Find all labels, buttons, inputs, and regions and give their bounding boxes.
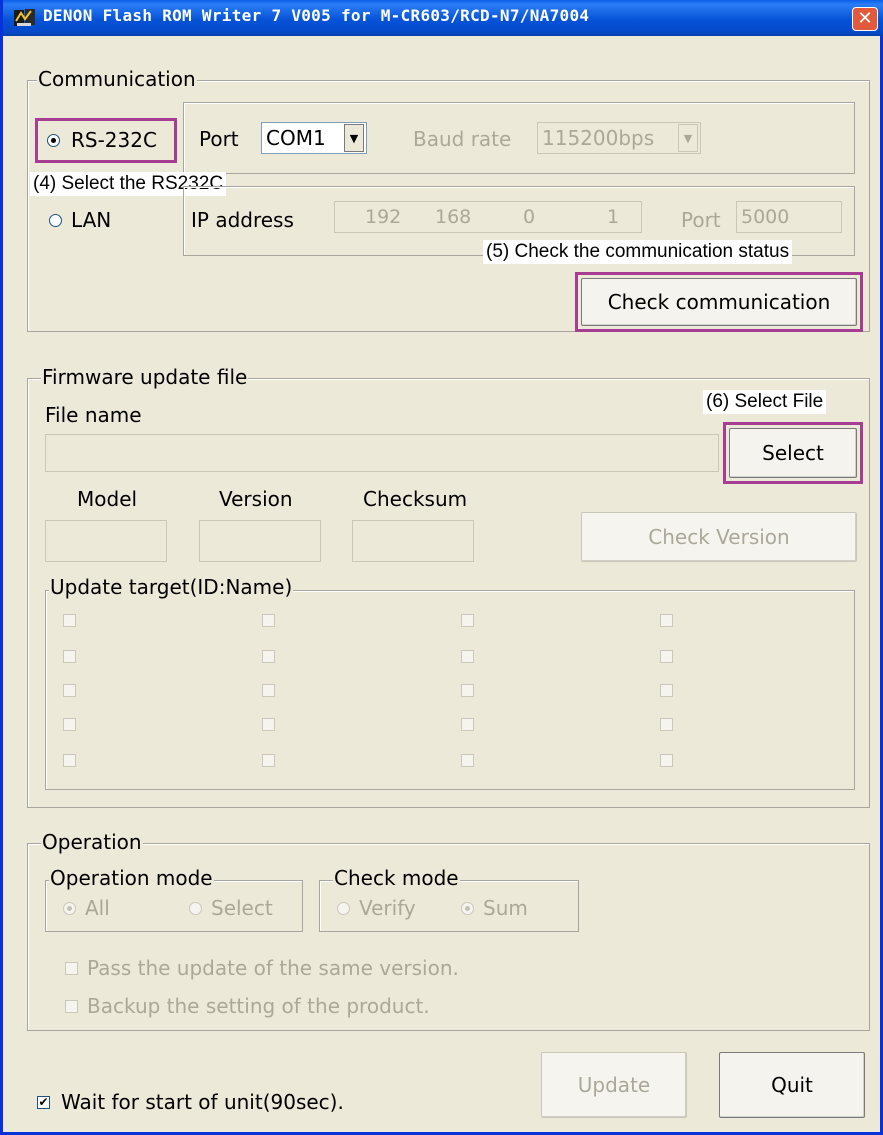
mode-select-label: Select xyxy=(209,896,275,920)
check-verify-radio[interactable] xyxy=(337,902,350,915)
port-label: Port xyxy=(197,127,241,151)
update-target-checkbox[interactable] xyxy=(461,684,474,697)
file-name-input[interactable] xyxy=(45,434,719,472)
rs232c-highlight xyxy=(35,118,177,163)
app-icon xyxy=(13,7,37,29)
check-communication-highlight xyxy=(575,272,863,332)
version-label: Version xyxy=(219,487,293,511)
model-label: Model xyxy=(77,487,138,511)
update-target-checkbox[interactable] xyxy=(660,650,673,663)
check-sum-radio[interactable] xyxy=(461,902,474,915)
check-mode-label: Check mode xyxy=(333,866,460,890)
model-field xyxy=(45,520,167,562)
baud-rate-label: Baud rate xyxy=(411,127,514,151)
pass-same-version-checkbox[interactable] xyxy=(65,962,78,975)
update-target-checkbox[interactable] xyxy=(461,614,474,627)
mode-all-radio[interactable] xyxy=(63,902,76,915)
update-target-checkbox[interactable] xyxy=(461,718,474,731)
window-title: DENON Flash ROM Writer 7 V005 for M-CR60… xyxy=(43,6,590,25)
update-target-checkbox[interactable] xyxy=(63,754,76,767)
update-target-checkbox[interactable] xyxy=(63,614,76,627)
update-target-checkbox[interactable] xyxy=(262,684,275,697)
update-target-checkbox[interactable] xyxy=(660,718,673,731)
firmware-group-label: Firmware update file xyxy=(41,365,249,389)
ip-octet-3: 0 xyxy=(523,206,536,228)
update-target-group xyxy=(45,590,855,790)
ip-address-input[interactable]: 192 168 0 1 xyxy=(334,201,642,233)
lan-radio[interactable] xyxy=(49,214,62,227)
title-bar[interactable]: DENON Flash ROM Writer 7 V005 for M-CR60… xyxy=(3,0,883,36)
lan-port-input[interactable]: 5000 xyxy=(736,201,842,233)
mode-all-label: All xyxy=(83,896,112,920)
update-target-checkbox[interactable] xyxy=(660,754,673,767)
ip-octet-2: 168 xyxy=(435,206,472,228)
update-target-checkbox[interactable] xyxy=(262,650,275,663)
update-target-checkbox[interactable] xyxy=(461,754,474,767)
select-file-highlight xyxy=(723,422,863,484)
communication-group-label: Communication xyxy=(37,67,197,91)
baud-dropdown-icon[interactable]: ▼ xyxy=(678,124,698,152)
close-icon[interactable]: ✕ xyxy=(852,7,878,31)
version-field xyxy=(199,520,321,562)
operation-group-label: Operation xyxy=(41,830,143,854)
update-target-checkbox[interactable] xyxy=(63,650,76,663)
ip-octet-1: 192 xyxy=(365,206,402,228)
quit-button[interactable]: Quit xyxy=(719,1052,865,1118)
update-target-checkbox[interactable] xyxy=(461,650,474,663)
wait-start-checkbox[interactable]: ✔ xyxy=(37,1096,50,1109)
port-select[interactable]: COM1 ▼ xyxy=(261,122,367,154)
update-target-checkbox[interactable] xyxy=(262,614,275,627)
check-verify-label: Verify xyxy=(357,896,418,920)
ip-address-label: IP address xyxy=(189,208,296,232)
file-name-label: File name xyxy=(45,403,142,427)
backup-setting-label: Backup the setting of the product. xyxy=(85,994,432,1018)
annotation-step5: (5) Check the communication status xyxy=(483,240,793,264)
mode-select-radio[interactable] xyxy=(189,902,202,915)
update-target-checkbox[interactable] xyxy=(262,754,275,767)
wait-start-label: Wait for start of unit(90sec). xyxy=(59,1090,346,1114)
annotation-step6: (6) Select File xyxy=(703,390,827,414)
update-target-checkbox[interactable] xyxy=(660,684,673,697)
check-sum-label: Sum xyxy=(481,896,530,920)
update-target-label: Update target(ID:Name) xyxy=(49,575,294,599)
pass-same-version-label: Pass the update of the same version. xyxy=(85,956,461,980)
operation-mode-label: Operation mode xyxy=(49,866,214,890)
lan-label: LAN xyxy=(69,208,114,232)
update-target-checkbox[interactable] xyxy=(63,718,76,731)
app-window: DENON Flash ROM Writer 7 V005 for M-CR60… xyxy=(0,0,883,1135)
backup-setting-checkbox[interactable] xyxy=(65,1000,78,1013)
lan-port-label: Port xyxy=(679,208,723,232)
baud-rate-value: 115200bps xyxy=(542,126,655,150)
ip-octet-4: 1 xyxy=(607,206,620,228)
lan-port-value: 5000 xyxy=(741,206,790,228)
update-button[interactable]: Update xyxy=(541,1052,687,1118)
check-version-button[interactable]: Check Version xyxy=(581,512,857,562)
port-value: COM1 xyxy=(266,126,326,150)
update-target-checkbox[interactable] xyxy=(63,684,76,697)
baud-rate-select[interactable]: 115200bps ▼ xyxy=(537,122,701,154)
update-target-checkbox[interactable] xyxy=(660,614,673,627)
checksum-field xyxy=(352,520,474,562)
port-dropdown-icon[interactable]: ▼ xyxy=(344,124,364,152)
checksum-label: Checksum xyxy=(363,487,468,511)
update-target-checkbox[interactable] xyxy=(262,718,275,731)
